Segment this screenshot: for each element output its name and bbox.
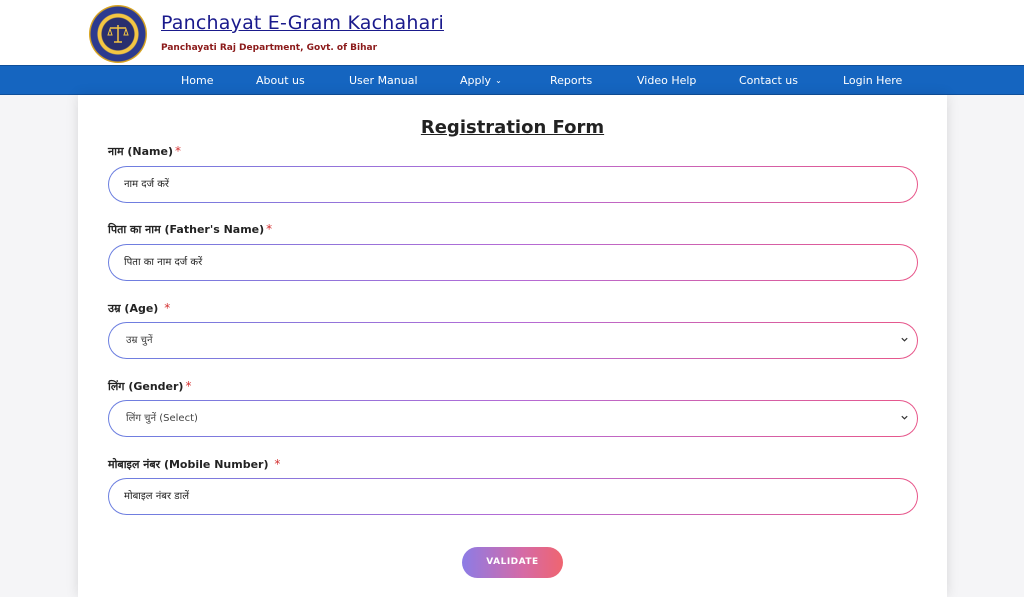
gender-select[interactable]: लिंग चुनें (Select): [108, 400, 918, 437]
required-mark: *: [274, 457, 281, 471]
chevron-down-icon: ⌄: [495, 76, 502, 85]
required-mark: *: [174, 144, 181, 158]
age-selected-value: उम्र चुनें: [126, 335, 153, 346]
nav-apply[interactable]: Apply ⌄: [460, 66, 502, 96]
site-header: Panchayat E-Gram Kachahari Panchayati Ra…: [0, 0, 1024, 65]
mobile-label: मोबाइल नंबर (Mobile Number) *: [108, 457, 280, 472]
nav-user-manual[interactable]: User Manual: [349, 66, 418, 96]
site-subtitle: Panchayati Raj Department, Govt. of Biha…: [161, 43, 378, 53]
page-title: Registration Form: [420, 117, 605, 138]
nav-contact[interactable]: Contact us: [739, 66, 798, 96]
main-nav: Home About us User Manual Apply ⌄ Reports…: [0, 65, 1024, 95]
gender-label: लिंग (Gender) *: [108, 379, 191, 394]
name-label-text: नाम (Name): [108, 145, 173, 158]
gender-label-text: लिंग (Gender): [108, 380, 184, 393]
mobile-label-text: मोबाइल नंबर (Mobile Number): [108, 458, 269, 471]
registration-card: Registration Form नाम (Name) * नाम दर्ज क…: [78, 95, 947, 597]
nav-about[interactable]: About us: [256, 66, 305, 96]
father-name-label: पिता का नाम (Father's Name) *: [108, 222, 272, 237]
nav-home[interactable]: Home: [181, 66, 213, 96]
emblem-logo[interactable]: [89, 5, 147, 63]
chevron-down-icon: [901, 337, 908, 342]
age-label: उम्र (Age) *: [108, 301, 170, 316]
nav-reports[interactable]: Reports: [550, 66, 592, 96]
required-mark: *: [164, 301, 171, 315]
required-mark: *: [185, 379, 192, 393]
required-mark: *: [266, 222, 273, 236]
father-name-label-text: पिता का नाम (Father's Name): [108, 223, 265, 236]
gender-selected-value: लिंग चुनें (Select): [126, 413, 198, 424]
name-label: नाम (Name) *: [108, 144, 181, 159]
age-label-text: उम्र (Age): [108, 302, 159, 315]
name-input[interactable]: नाम दर्ज करें: [108, 166, 918, 203]
nav-apply-label: Apply: [460, 74, 492, 87]
validate-button[interactable]: VALIDATE: [462, 547, 563, 578]
nav-video-help[interactable]: Video Help: [637, 66, 696, 96]
age-select[interactable]: उम्र चुनें: [108, 322, 918, 359]
father-name-input[interactable]: पिता का नाम दर्ज करें: [108, 244, 918, 281]
site-title[interactable]: Panchayat E-Gram Kachahari: [161, 12, 444, 34]
nav-login[interactable]: Login Here: [843, 66, 902, 96]
mobile-input[interactable]: मोबाइल नंबर डालें: [108, 478, 918, 515]
chevron-down-icon: [901, 415, 908, 420]
